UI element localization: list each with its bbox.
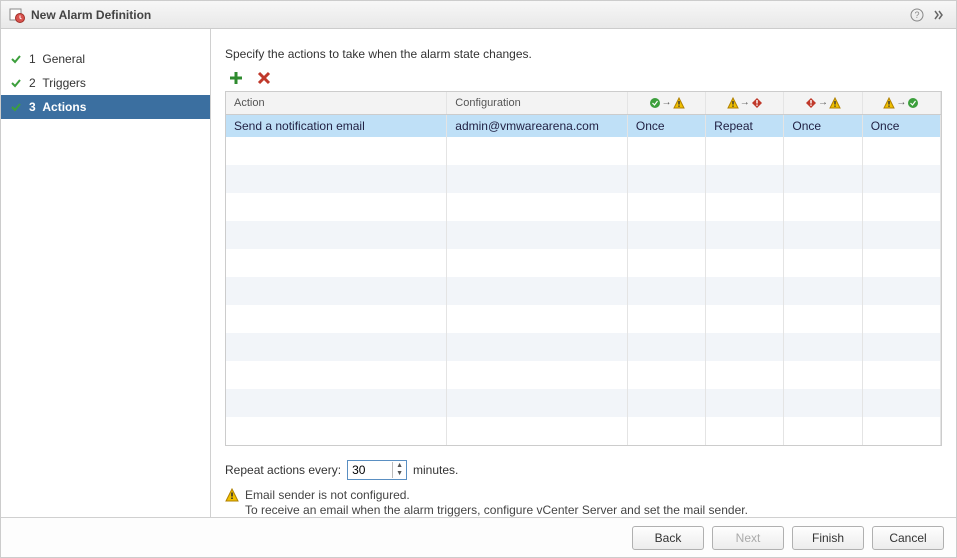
warning-text: Email sender is not configured. To recei… xyxy=(245,488,748,518)
status-ok-icon xyxy=(907,97,919,109)
actions-table: Action Configuration → xyxy=(225,91,942,446)
col-yellow-to-green[interactable]: → xyxy=(862,92,940,114)
col-green-to-yellow[interactable]: → xyxy=(627,92,705,114)
table-row xyxy=(226,305,941,333)
warning-icon xyxy=(225,488,239,502)
cancel-button[interactable]: Cancel xyxy=(872,526,944,550)
status-critical-icon xyxy=(805,97,817,109)
step-general[interactable]: 1 General xyxy=(1,47,210,71)
status-ok-icon xyxy=(649,97,661,109)
window-title: New Alarm Definition xyxy=(31,8,904,22)
step-label: 1 General xyxy=(29,52,85,66)
repeat-unit: minutes. xyxy=(413,463,458,477)
status-warning-icon xyxy=(829,97,841,109)
cell-action[interactable]: Send a notification email xyxy=(226,114,447,137)
table-row xyxy=(226,165,941,193)
wizard-sidebar: 1 General 2 Triggers 3 Actions xyxy=(1,29,211,517)
step-label: 3 Actions xyxy=(29,100,86,114)
cell-config[interactable]: admin@vmwarearena.com xyxy=(447,114,628,137)
col-yellow-to-red[interactable]: → xyxy=(706,92,784,114)
status-warning-icon xyxy=(727,97,739,109)
arrow-icon: → xyxy=(740,97,750,108)
check-icon xyxy=(9,76,23,90)
status-warning-icon xyxy=(883,97,895,109)
repeat-input[interactable] xyxy=(348,461,392,479)
spinner-down[interactable]: ▼ xyxy=(393,470,406,478)
table-row xyxy=(226,277,941,305)
warning-row: Email sender is not configured. To recei… xyxy=(225,488,942,518)
main-panel: Specify the actions to take when the ala… xyxy=(211,29,956,517)
table-row xyxy=(226,417,941,445)
table-row xyxy=(226,249,941,277)
status-warning-icon xyxy=(673,97,685,109)
table-row[interactable]: Send a notification email admin@vmwarear… xyxy=(226,114,941,137)
repeat-label: Repeat actions every: xyxy=(225,463,341,477)
instruction-text: Specify the actions to take when the ala… xyxy=(225,47,942,61)
arrow-icon: → xyxy=(818,97,828,108)
status-critical-icon xyxy=(751,97,763,109)
check-icon xyxy=(9,100,23,114)
back-button[interactable]: Back xyxy=(632,526,704,550)
arrow-icon: → xyxy=(662,97,672,108)
table-row xyxy=(226,221,941,249)
titlebar: New Alarm Definition ? xyxy=(1,1,956,29)
arrow-icon: → xyxy=(896,97,906,108)
step-label: 2 Triggers xyxy=(29,76,86,90)
col-action[interactable]: Action xyxy=(226,92,447,114)
footer: Back Next Finish Cancel xyxy=(1,517,956,557)
next-button: Next xyxy=(712,526,784,550)
step-actions[interactable]: 3 Actions xyxy=(1,95,210,119)
add-button[interactable] xyxy=(227,69,245,87)
check-icon xyxy=(9,52,23,66)
cell-state4[interactable]: Once xyxy=(862,114,940,137)
repeat-spinner[interactable]: ▲ ▼ xyxy=(347,460,407,480)
cell-state2[interactable]: Repeat xyxy=(706,114,784,137)
help-icon[interactable]: ? xyxy=(908,6,926,24)
actions-toolbar xyxy=(225,69,942,87)
finish-button[interactable]: Finish xyxy=(792,526,864,550)
table-row xyxy=(226,389,941,417)
cell-state3[interactable]: Once xyxy=(784,114,862,137)
expand-icon[interactable] xyxy=(930,6,948,24)
col-config[interactable]: Configuration xyxy=(447,92,628,114)
table-row xyxy=(226,333,941,361)
alarm-icon xyxy=(9,7,25,23)
col-red-to-yellow[interactable]: → xyxy=(784,92,862,114)
cell-state1[interactable]: Once xyxy=(627,114,705,137)
table-row xyxy=(226,193,941,221)
table-row xyxy=(226,137,941,165)
delete-button[interactable] xyxy=(255,69,273,87)
table-row xyxy=(226,361,941,389)
svg-text:?: ? xyxy=(914,10,919,20)
repeat-row: Repeat actions every: ▲ ▼ minutes. xyxy=(225,460,942,480)
step-triggers[interactable]: 2 Triggers xyxy=(1,71,210,95)
spinner-up[interactable]: ▲ xyxy=(393,462,406,470)
